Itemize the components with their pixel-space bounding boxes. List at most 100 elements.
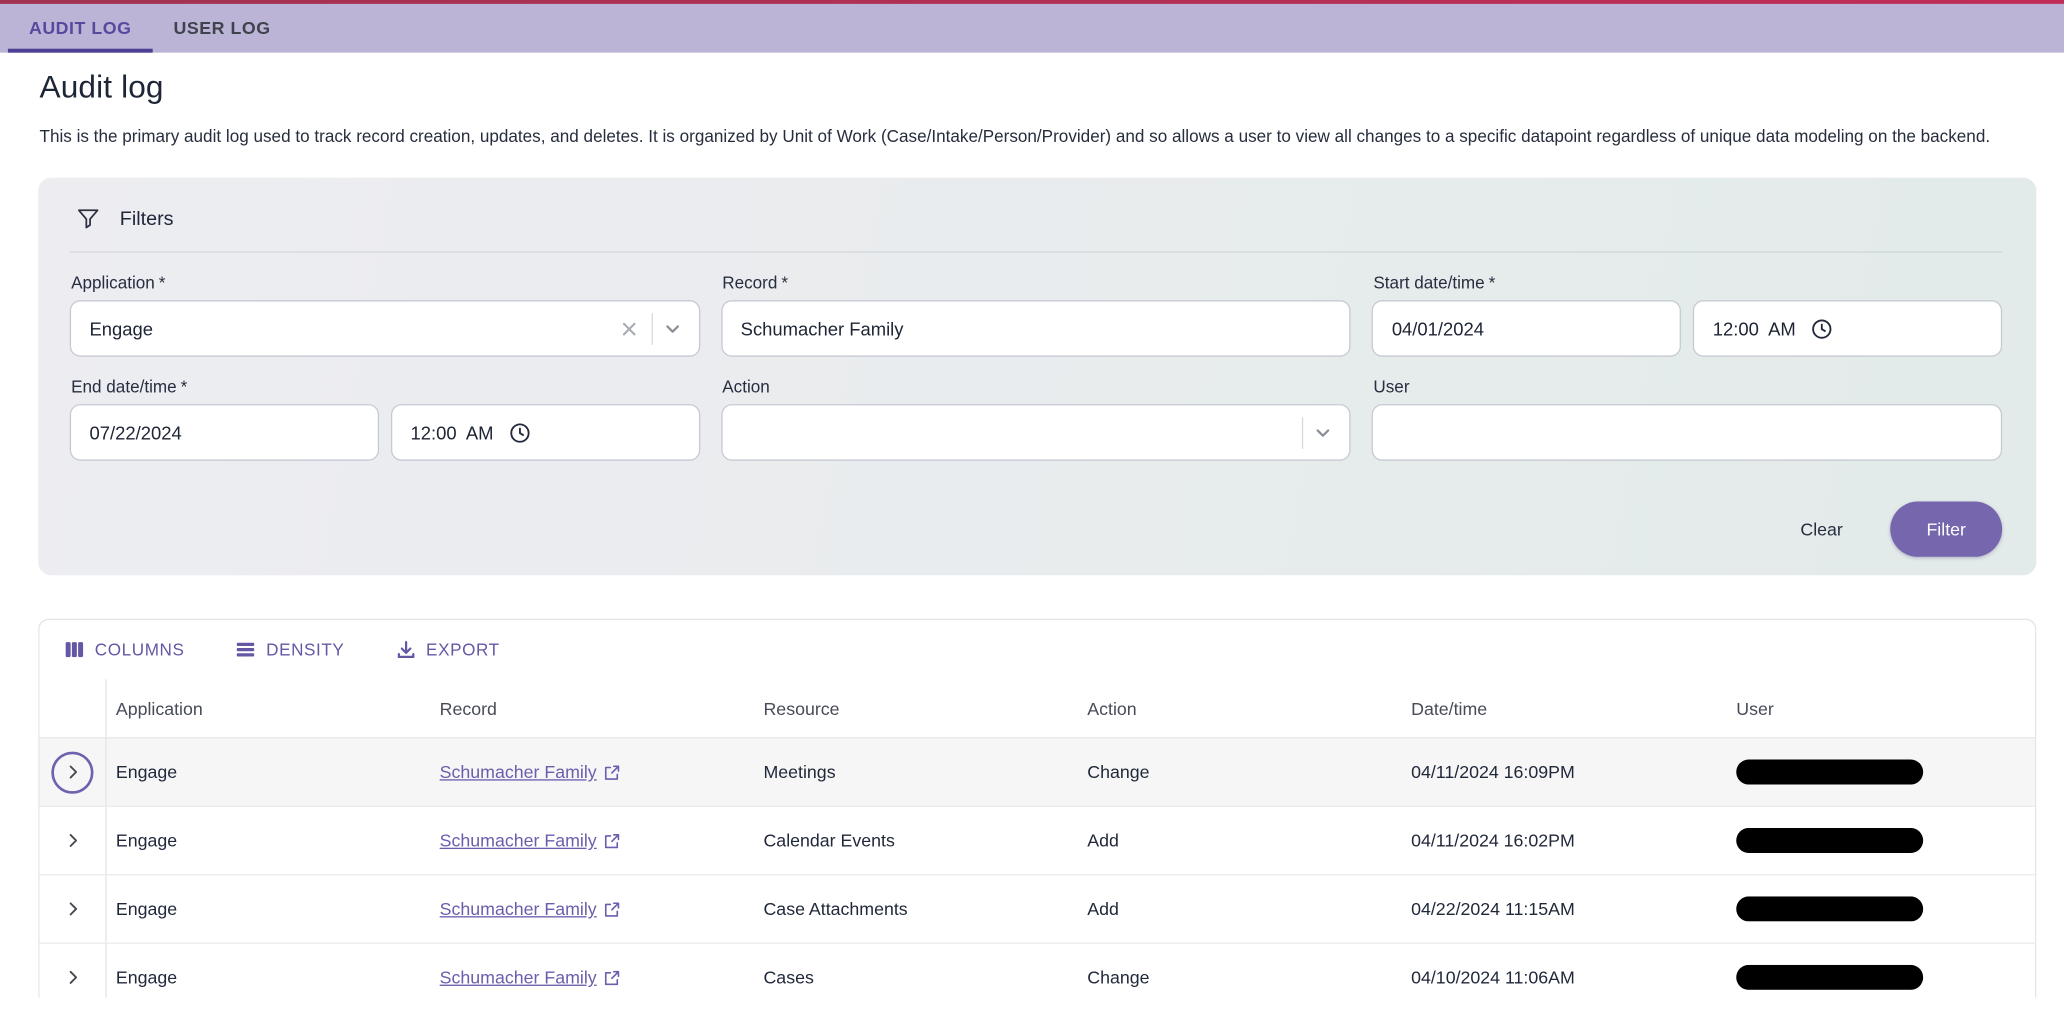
tab-user-log-label: USER LOG (174, 18, 271, 38)
clear-button[interactable]: Clear (1787, 509, 1856, 550)
redacted-user-bar (1736, 828, 1923, 853)
user-input-box (1372, 404, 2002, 461)
record-link[interactable]: Schumacher Family (440, 831, 622, 851)
required-marker: * (1489, 273, 1496, 293)
end-time-box[interactable]: 12:00 AM (391, 404, 700, 461)
clock-icon[interactable] (1810, 317, 1834, 341)
end-time-value: 12:00 (410, 422, 456, 443)
record-field: Record * (721, 273, 1351, 357)
cell-resource: Case Attachments (754, 899, 1078, 919)
export-button-label: EXPORT (426, 640, 500, 660)
expand-cell (39, 875, 106, 942)
action-field: Action (721, 377, 1351, 461)
filters-row-2: End date/time * 12:00 AM (70, 377, 2002, 461)
cell-record: Schumacher Family (430, 762, 754, 782)
tab-audit-log[interactable]: AUDIT LOG (8, 4, 153, 53)
audit-table-card: COLUMNS DENSITY EXPORT Applicatio (38, 619, 2036, 998)
table-row: Engage Schumacher Family Meetings Change… (39, 739, 2035, 807)
start-date-box (1372, 300, 1681, 357)
audit-log-page: AUDIT LOG USER LOG Audit log This is the… (0, 0, 2064, 1025)
filters-divider (70, 251, 2002, 252)
external-link-icon (603, 831, 621, 849)
header-datetime[interactable]: Date/time (1402, 698, 1727, 718)
cell-record: Schumacher Family (430, 831, 754, 851)
page-description: This is the primary audit log used to tr… (39, 122, 2016, 150)
record-input[interactable] (741, 302, 1334, 356)
start-datetime-field: Start date/time * 12:00 AM (1372, 273, 2002, 357)
record-link[interactable]: Schumacher Family (440, 968, 622, 988)
cell-resource: Meetings (754, 762, 1078, 782)
filters-title: Filters (120, 207, 174, 229)
columns-button[interactable]: COLUMNS (53, 631, 195, 669)
cell-action: Add (1078, 831, 1402, 851)
density-button-label: DENSITY (266, 640, 344, 660)
filter-funnel-icon (75, 205, 101, 231)
expand-row-button[interactable] (51, 751, 93, 793)
combo-separator (651, 313, 652, 345)
clock-icon[interactable] (508, 421, 532, 445)
chevron-down-icon[interactable] (1313, 422, 1334, 443)
header-resource[interactable]: Resource (754, 698, 1078, 718)
application-field: Application * Engage (70, 273, 700, 357)
cell-application: Engage (107, 762, 431, 782)
columns-icon (63, 638, 85, 660)
cell-action: Change (1078, 968, 1402, 988)
cell-datetime: 04/11/2024 16:09PM (1402, 762, 1727, 782)
application-value: Engage (90, 318, 619, 339)
table-row: Engage Schumacher Family Cases Change 04… (39, 944, 2035, 998)
cell-user (1727, 760, 2035, 785)
clear-icon[interactable] (618, 318, 639, 339)
header-application[interactable]: Application (107, 698, 431, 718)
table-toolbar: COLUMNS DENSITY EXPORT (39, 620, 2035, 679)
tab-audit-log-label: AUDIT LOG (29, 18, 131, 38)
export-button[interactable]: EXPORT (384, 631, 510, 669)
filter-actions: Clear Filter (1787, 502, 2002, 557)
start-datetime-label: Start date/time * (1373, 273, 2002, 293)
expand-cell (39, 739, 106, 806)
application-select[interactable]: Engage (70, 300, 700, 357)
page-content: Audit log This is the primary audit log … (0, 70, 2064, 998)
cell-datetime: 04/10/2024 11:06AM (1402, 968, 1727, 988)
chevron-right-icon (63, 831, 83, 851)
record-link[interactable]: Schumacher Family (440, 899, 622, 919)
expand-row-button[interactable] (51, 956, 93, 997)
combo-separator (1302, 417, 1303, 449)
external-link-icon (603, 900, 621, 918)
header-user[interactable]: User (1727, 698, 2035, 718)
record-link[interactable]: Schumacher Family (440, 762, 622, 782)
user-input[interactable] (1392, 405, 1985, 459)
chevron-right-icon (63, 968, 83, 988)
action-select[interactable] (721, 404, 1351, 461)
density-button[interactable]: DENSITY (224, 631, 355, 669)
redacted-user-bar (1736, 965, 1923, 990)
tab-bar: AUDIT LOG USER LOG (0, 4, 2064, 53)
redacted-user-bar (1736, 760, 1923, 785)
filter-button[interactable]: Filter (1890, 502, 2002, 557)
tab-user-log[interactable]: USER LOG (152, 4, 291, 53)
record-label: Record * (722, 273, 1351, 293)
header-record[interactable]: Record (430, 698, 754, 718)
chevron-right-icon (63, 899, 83, 919)
filters-header: Filters (70, 201, 2002, 235)
end-date-box (70, 404, 379, 461)
action-label: Action (722, 377, 1351, 397)
cell-action: Add (1078, 899, 1402, 919)
end-date-input[interactable] (90, 405, 362, 459)
header-action[interactable]: Action (1078, 698, 1402, 718)
filters-panel: Filters Application * Engage (38, 178, 2036, 576)
application-label: Application * (71, 273, 700, 293)
cell-application: Engage (107, 968, 431, 988)
expand-cell (39, 944, 106, 998)
external-link-icon (603, 763, 621, 781)
start-time-box[interactable]: 12:00 AM (1693, 300, 2002, 357)
table-row: Engage Schumacher Family Case Attachment… (39, 875, 2035, 943)
required-marker: * (781, 273, 788, 293)
cell-record: Schumacher Family (430, 899, 754, 919)
chevron-down-icon[interactable] (662, 318, 683, 339)
cell-action: Change (1078, 762, 1402, 782)
cell-resource: Cases (754, 968, 1078, 988)
start-date-input[interactable] (1392, 302, 1664, 356)
cell-record: Schumacher Family (430, 968, 754, 988)
expand-row-button[interactable] (51, 819, 93, 861)
expand-row-button[interactable] (51, 888, 93, 930)
